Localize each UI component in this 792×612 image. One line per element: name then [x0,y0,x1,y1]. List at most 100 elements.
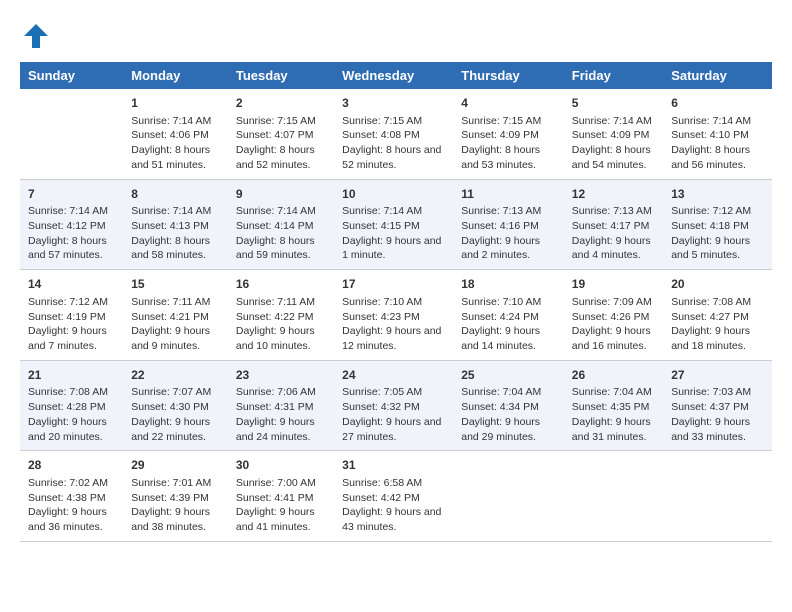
day-info: Sunrise: 7:08 AMSunset: 4:27 PMDaylight:… [671,295,764,354]
day-number: 29 [131,457,220,474]
sunrise-text: Sunrise: 7:10 AM [461,295,556,310]
day-number: 11 [461,186,556,203]
header-day-monday: Monday [123,62,228,89]
calendar-cell: 21Sunrise: 7:08 AMSunset: 4:28 PMDayligh… [20,360,123,451]
sunrise-text: Sunrise: 7:02 AM [28,476,115,491]
day-info: Sunrise: 7:14 AMSunset: 4:10 PMDaylight:… [671,114,764,173]
sunset-text: Sunset: 4:32 PM [342,400,445,415]
day-number: 9 [236,186,326,203]
day-number: 25 [461,367,556,384]
daylight-text: Daylight: 9 hours and 14 minutes. [461,324,556,353]
sunrise-text: Sunrise: 7:13 AM [461,204,556,219]
day-info: Sunrise: 7:08 AMSunset: 4:28 PMDaylight:… [28,385,115,444]
daylight-text: Daylight: 9 hours and 10 minutes. [236,324,326,353]
sunset-text: Sunset: 4:38 PM [28,491,115,506]
day-info: Sunrise: 7:04 AMSunset: 4:34 PMDaylight:… [461,385,556,444]
calendar-table: SundayMondayTuesdayWednesdayThursdayFrid… [20,62,772,542]
day-number: 30 [236,457,326,474]
daylight-text: Daylight: 8 hours and 58 minutes. [131,234,220,263]
day-info: Sunrise: 7:04 AMSunset: 4:35 PMDaylight:… [572,385,655,444]
day-info: Sunrise: 7:10 AMSunset: 4:24 PMDaylight:… [461,295,556,354]
day-info: Sunrise: 7:09 AMSunset: 4:26 PMDaylight:… [572,295,655,354]
sunset-text: Sunset: 4:28 PM [28,400,115,415]
day-info: Sunrise: 7:15 AMSunset: 4:08 PMDaylight:… [342,114,445,173]
sunset-text: Sunset: 4:09 PM [461,128,556,143]
sunrise-text: Sunrise: 7:14 AM [342,204,445,219]
daylight-text: Daylight: 9 hours and 43 minutes. [342,505,445,534]
calendar-cell: 27Sunrise: 7:03 AMSunset: 4:37 PMDayligh… [663,360,772,451]
calendar-cell: 24Sunrise: 7:05 AMSunset: 4:32 PMDayligh… [334,360,453,451]
day-number: 27 [671,367,764,384]
sunrise-text: Sunrise: 7:01 AM [131,476,220,491]
sunset-text: Sunset: 4:08 PM [342,128,445,143]
header-day-saturday: Saturday [663,62,772,89]
daylight-text: Daylight: 8 hours and 51 minutes. [131,143,220,172]
calendar-cell: 13Sunrise: 7:12 AMSunset: 4:18 PMDayligh… [663,179,772,270]
sunset-text: Sunset: 4:09 PM [572,128,655,143]
sunrise-text: Sunrise: 7:09 AM [572,295,655,310]
daylight-text: Daylight: 9 hours and 38 minutes. [131,505,220,534]
header-day-tuesday: Tuesday [228,62,334,89]
calendar-week-row: 28Sunrise: 7:02 AMSunset: 4:38 PMDayligh… [20,451,772,542]
sunset-text: Sunset: 4:15 PM [342,219,445,234]
sunrise-text: Sunrise: 7:14 AM [572,114,655,129]
sunrise-text: Sunrise: 7:12 AM [28,295,115,310]
daylight-text: Daylight: 9 hours and 18 minutes. [671,324,764,353]
sunrise-text: Sunrise: 7:14 AM [236,204,326,219]
sunset-text: Sunset: 4:26 PM [572,310,655,325]
calendar-cell: 15Sunrise: 7:11 AMSunset: 4:21 PMDayligh… [123,270,228,361]
sunrise-text: Sunrise: 7:15 AM [461,114,556,129]
calendar-cell: 30Sunrise: 7:00 AMSunset: 4:41 PMDayligh… [228,451,334,542]
day-info: Sunrise: 7:14 AMSunset: 4:12 PMDaylight:… [28,204,115,263]
day-number: 19 [572,276,655,293]
day-info: Sunrise: 7:11 AMSunset: 4:22 PMDaylight:… [236,295,326,354]
sunset-text: Sunset: 4:14 PM [236,219,326,234]
sunset-text: Sunset: 4:37 PM [671,400,764,415]
calendar-cell: 23Sunrise: 7:06 AMSunset: 4:31 PMDayligh… [228,360,334,451]
day-info: Sunrise: 7:15 AMSunset: 4:07 PMDaylight:… [236,114,326,173]
day-number: 2 [236,95,326,112]
sunset-text: Sunset: 4:27 PM [671,310,764,325]
sunrise-text: Sunrise: 7:08 AM [28,385,115,400]
day-info: Sunrise: 7:03 AMSunset: 4:37 PMDaylight:… [671,385,764,444]
day-info: Sunrise: 7:15 AMSunset: 4:09 PMDaylight:… [461,114,556,173]
day-number: 23 [236,367,326,384]
day-info: Sunrise: 7:14 AMSunset: 4:06 PMDaylight:… [131,114,220,173]
day-info: Sunrise: 7:13 AMSunset: 4:17 PMDaylight:… [572,204,655,263]
sunrise-text: Sunrise: 7:14 AM [131,114,220,129]
day-info: Sunrise: 7:14 AMSunset: 4:15 PMDaylight:… [342,204,445,263]
calendar-cell: 28Sunrise: 7:02 AMSunset: 4:38 PMDayligh… [20,451,123,542]
day-number: 31 [342,457,445,474]
header-day-sunday: Sunday [20,62,123,89]
calendar-cell: 2 Sunrise: 7:15 AMSunset: 4:07 PMDaylight… [228,89,334,179]
sunset-text: Sunset: 4:17 PM [572,219,655,234]
calendar-cell [564,451,663,542]
daylight-text: Daylight: 9 hours and 36 minutes. [28,505,115,534]
day-number: 1 [131,95,220,112]
sunrise-text: Sunrise: 7:12 AM [671,204,764,219]
calendar-header-row: SundayMondayTuesdayWednesdayThursdayFrid… [20,62,772,89]
day-number: 3 [342,95,445,112]
calendar-cell: 20Sunrise: 7:08 AMSunset: 4:27 PMDayligh… [663,270,772,361]
sunrise-text: Sunrise: 6:58 AM [342,476,445,491]
sunrise-text: Sunrise: 7:11 AM [131,295,220,310]
day-number: 5 [572,95,655,112]
day-info: Sunrise: 7:13 AMSunset: 4:16 PMDaylight:… [461,204,556,263]
calendar-cell: 7Sunrise: 7:14 AMSunset: 4:12 PMDaylight… [20,179,123,270]
calendar-cell: 1 Sunrise: 7:14 AMSunset: 4:06 PMDaylight… [123,89,228,179]
header-day-wednesday: Wednesday [334,62,453,89]
day-info: Sunrise: 6:58 AMSunset: 4:42 PMDaylight:… [342,476,445,535]
calendar-week-row: 21Sunrise: 7:08 AMSunset: 4:28 PMDayligh… [20,360,772,451]
calendar-cell: 12Sunrise: 7:13 AMSunset: 4:17 PMDayligh… [564,179,663,270]
sunset-text: Sunset: 4:13 PM [131,219,220,234]
header [20,20,772,52]
daylight-text: Daylight: 8 hours and 57 minutes. [28,234,115,263]
sunrise-text: Sunrise: 7:04 AM [461,385,556,400]
daylight-text: Daylight: 8 hours and 52 minutes. [342,143,445,172]
calendar-cell: 31 Sunrise: 6:58 AMSunset: 4:42 PMDayligh… [334,451,453,542]
sunset-text: Sunset: 4:12 PM [28,219,115,234]
day-info: Sunrise: 7:02 AMSunset: 4:38 PMDaylight:… [28,476,115,535]
daylight-text: Daylight: 8 hours and 54 minutes. [572,143,655,172]
sunset-text: Sunset: 4:21 PM [131,310,220,325]
day-number: 15 [131,276,220,293]
